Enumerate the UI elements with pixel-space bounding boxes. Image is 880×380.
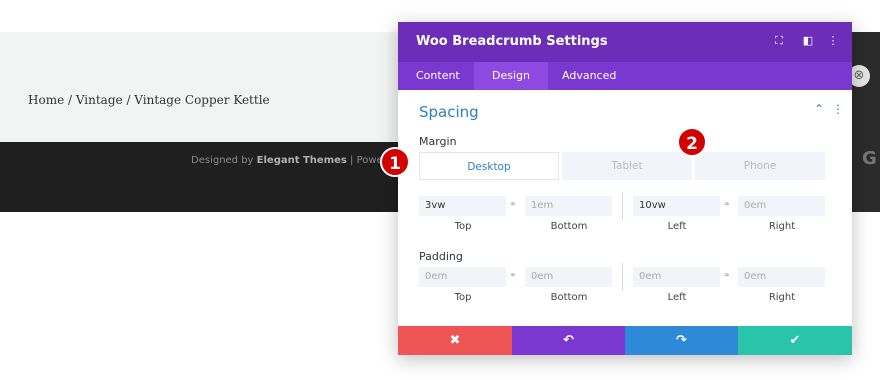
more-options-icon[interactable]: ⋮ bbox=[832, 102, 844, 116]
section-title[interactable]: Spacing bbox=[419, 103, 479, 121]
device-tab-phone[interactable]: Phone bbox=[695, 152, 825, 180]
cancel-button[interactable]: ✖ bbox=[398, 326, 512, 355]
padding-right-label: Right bbox=[768, 292, 796, 303]
annotation-badge-2: 2 bbox=[677, 127, 707, 157]
margin-right-input[interactable]: 0em bbox=[738, 196, 825, 216]
focus-icon[interactable]: ⛶ bbox=[772, 34, 786, 48]
modal-footer: ✖ ↶ ↷ ✔ bbox=[398, 326, 852, 355]
padding-left-label: Left bbox=[667, 292, 687, 303]
padding-left-input[interactable]: 0em bbox=[633, 267, 720, 287]
side-letter: G bbox=[862, 148, 877, 169]
design-panel: Spacing ⌃ ⋮ Margin Desktop Tablet Phone … bbox=[398, 90, 852, 326]
margin-label: Margin bbox=[419, 135, 457, 148]
settings-modal: Woo Breadcrumb Settings ⛶ ◧ ⋮ Content De… bbox=[398, 22, 852, 355]
link-icon[interactable]: ⚭ bbox=[509, 271, 517, 281]
modal-header: Woo Breadcrumb Settings ⛶ ◧ ⋮ bbox=[398, 22, 852, 62]
link-icon[interactable]: ⚭ bbox=[509, 200, 517, 210]
modal-title: Woo Breadcrumb Settings bbox=[416, 34, 608, 49]
footer-prefix: Designed by bbox=[191, 155, 257, 166]
padding-right-input[interactable]: 0em bbox=[738, 267, 825, 287]
annotation-badge-1: 1 bbox=[380, 147, 410, 177]
redo-button[interactable]: ↷ bbox=[625, 326, 738, 355]
more-icon[interactable]: ⋮ bbox=[826, 34, 840, 48]
background-strip bbox=[850, 32, 880, 212]
close-icon: ✖ bbox=[449, 333, 461, 348]
save-button[interactable]: ✔ bbox=[738, 326, 852, 355]
tab-content[interactable]: Content bbox=[398, 62, 478, 90]
link-icon[interactable]: ⚭ bbox=[723, 200, 731, 210]
tab-design[interactable]: Design bbox=[474, 62, 548, 90]
redo-icon: ↷ bbox=[676, 333, 687, 348]
padding-top-label: Top bbox=[454, 292, 472, 303]
device-tab-tablet[interactable]: Tablet bbox=[562, 152, 692, 180]
tab-bar: Content Design Advanced bbox=[398, 62, 852, 90]
margin-right-label: Right bbox=[768, 221, 796, 232]
padding-bottom-input[interactable]: 0em bbox=[525, 267, 612, 287]
margin-left-input[interactable]: 10vw bbox=[633, 196, 720, 216]
check-icon: ✔ bbox=[789, 333, 801, 348]
undo-button[interactable]: ↶ bbox=[512, 326, 625, 355]
divider bbox=[622, 263, 623, 291]
margin-bottom-label: Bottom bbox=[550, 221, 588, 232]
margin-left-label: Left bbox=[667, 221, 687, 232]
margin-top-input[interactable]: 3vw bbox=[419, 196, 506, 216]
footer-credit: Designed by Elegant Themes | Powere bbox=[191, 155, 393, 166]
padding-top-input[interactable]: 0em bbox=[419, 267, 506, 287]
chevron-up-icon[interactable]: ⌃ bbox=[814, 102, 824, 116]
footer-brand-link[interactable]: Elegant Themes bbox=[257, 155, 347, 166]
padding-bottom-label: Bottom bbox=[550, 292, 588, 303]
breadcrumb: Home / Vintage / Vintage Copper Kettle bbox=[28, 93, 270, 107]
tab-advanced[interactable]: Advanced bbox=[544, 62, 634, 90]
undo-icon: ↶ bbox=[563, 333, 574, 348]
divider bbox=[622, 192, 623, 220]
margin-bottom-input[interactable]: 1em bbox=[525, 196, 612, 216]
padding-label: Padding bbox=[419, 250, 463, 263]
margin-top-label: Top bbox=[454, 221, 472, 232]
split-view-icon[interactable]: ◧ bbox=[801, 34, 815, 48]
device-tab-desktop[interactable]: Desktop bbox=[419, 152, 559, 180]
link-icon[interactable]: ⚭ bbox=[723, 271, 731, 281]
